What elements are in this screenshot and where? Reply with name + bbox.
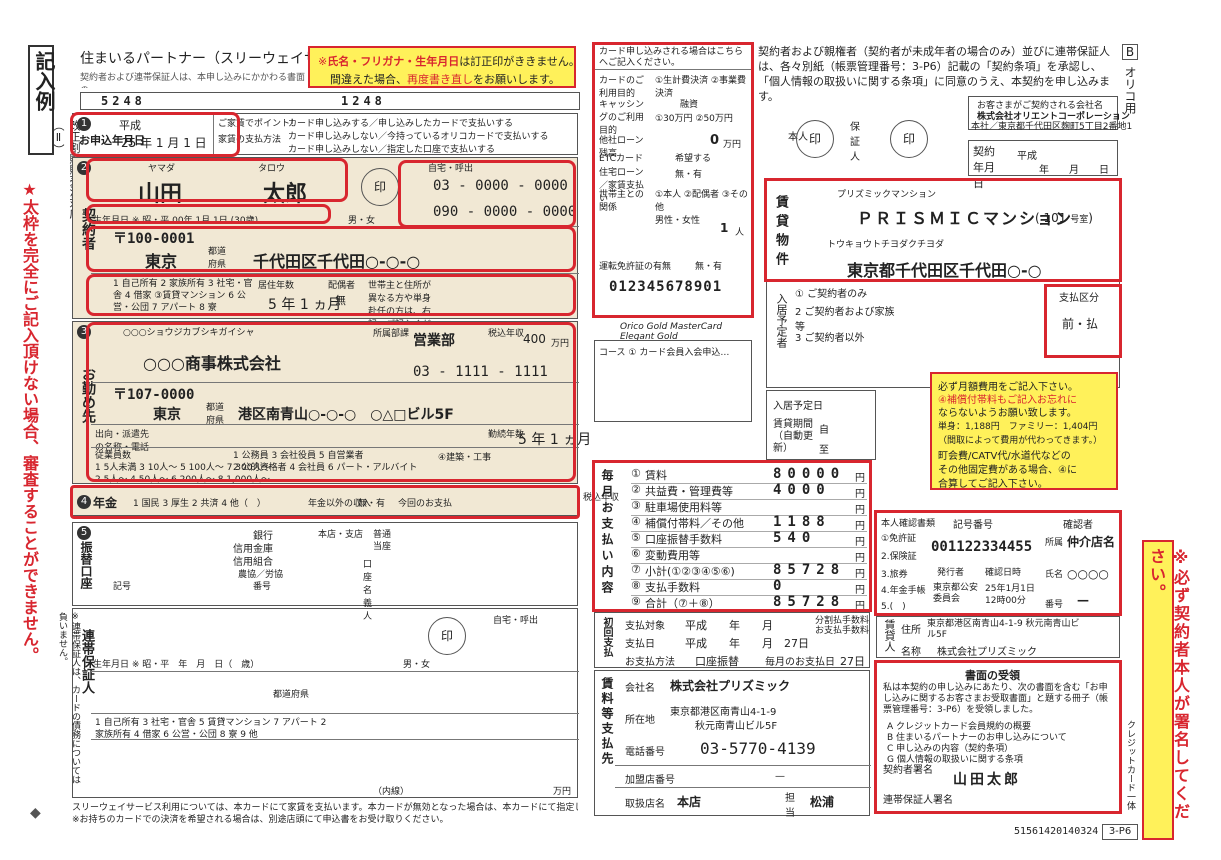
highlight-id-check bbox=[874, 510, 1122, 616]
member-no-2: 1248 bbox=[341, 94, 386, 108]
highlight-pay-kubun bbox=[1044, 284, 1122, 358]
highlight-residence bbox=[86, 274, 576, 316]
oriko-label: オリコ用 bbox=[1123, 66, 1137, 114]
highlight-receipt bbox=[874, 660, 1122, 814]
member-no-box: 5248 1248 bbox=[80, 92, 580, 110]
guarantor-note: ※連帯保証人は、カードの債務については負いません。 bbox=[57, 612, 80, 784]
guarantor-section: 連帯保証人 印 自宅・呼出 生年月日 ※ 昭・平 年 月 日（ 歳） 男・女 都… bbox=[72, 608, 579, 798]
highlight-address bbox=[86, 226, 576, 272]
name-kana-dob: 氏名・フリガナ・生年月日 bbox=[327, 55, 460, 68]
form-code: 51561420140324 bbox=[1014, 826, 1099, 837]
company-box: お客さまがご契約される会社名 株式会社オリエントコーポレーション 本社／東京都千… bbox=[968, 96, 1132, 132]
pay-option-2[interactable]: カード申し込みしない／今持っているオリコカードで支払いする bbox=[288, 129, 549, 142]
period-section: 入居予定日 賃貸期間（自動更新） 自 至 bbox=[766, 390, 876, 460]
transfer-account-label: 振替口座 bbox=[79, 541, 93, 589]
highlight-birth bbox=[86, 204, 331, 224]
landlord-section: 賃貸人 住所 東京都港区南青山4-1-9 秋元南青山ビル5F 名称 株式会社プリ… bbox=[876, 616, 1120, 658]
pay-option-3[interactable]: カード申し込みしない／指定した口座で支払いする bbox=[288, 142, 495, 155]
highlight-tel bbox=[398, 160, 576, 228]
required-fields-warning: ★太枠を完全にご記入頂けない場合、審査することができません。 bbox=[20, 180, 39, 663]
kinyu-rei-label: 記入例 bbox=[32, 51, 56, 111]
member-no: 5248 bbox=[101, 94, 146, 108]
pay-option-1[interactable]: カード申し込みする／申し込みしたカードで支払いする bbox=[288, 116, 513, 129]
correction-notice: ※氏名・フリガナ・生年月日は訂正印がききません。 間違えた場合、再度書き直しをお… bbox=[308, 46, 580, 88]
b-mark: B bbox=[1122, 44, 1138, 60]
monthly-fee-notice: 必ず月額費用をご記入下さい。 ④補償付帯料もご記入お忘れに ならないようお願い致… bbox=[930, 372, 1118, 490]
highlight-card-section bbox=[592, 42, 754, 318]
payee-tel: 03-5770-4139 bbox=[700, 739, 816, 758]
header-note: 契約者および連帯保証人は、本申し込みにかかわる書面の… bbox=[80, 73, 306, 88]
payee-section: 賃料等支払先 会社名 株式会社プリズミック 所在地 東京都港区南青山4-1-9 … bbox=[594, 670, 871, 819]
hosho-stamp: 印 bbox=[890, 120, 928, 158]
contractor-stamp: 印 bbox=[361, 168, 399, 206]
diamond-icon: ◆ bbox=[30, 805, 41, 821]
sign-notice: ※必ず契約者本人が署名してください。 bbox=[1142, 540, 1190, 840]
honnin-stamp: 印 bbox=[796, 120, 834, 158]
highlight-monthly bbox=[592, 460, 872, 612]
card-brand: Orico Gold MasterCard Elegant Gold bbox=[620, 322, 723, 342]
payee-company: 株式会社プリズミック bbox=[670, 679, 791, 693]
highlight-name bbox=[86, 158, 348, 202]
highlight-work bbox=[86, 322, 576, 482]
course-box: コース ① カード会員入会申込… bbox=[594, 340, 752, 422]
contract-date-box: 契約年月日 平成 年 月 日 bbox=[968, 140, 1118, 190]
payee-label: 賃料等支払先 bbox=[600, 677, 614, 767]
highlight-pension bbox=[70, 485, 580, 519]
highlight-property bbox=[764, 178, 1122, 282]
form-title: 住まいるパートナー（スリーウェイサ bbox=[80, 51, 318, 67]
section-5: 5 振替口座 銀行 信用金庫 信用組合 農協／労協 本店・支店 普通 当座 口座… bbox=[72, 522, 578, 622]
highlight-apply-date bbox=[70, 112, 240, 157]
contract-terms: 契約者および親権者（契約者が未成年者の場合のみ）並びに連帯保証人は、各々別紙（帳… bbox=[758, 45, 1110, 103]
first-payment: 初回支払 支払対象 平成 年 月 分割払手数料 お支払手数料 支払日 平成 年 … bbox=[594, 612, 870, 668]
form-number: 3-P6 bbox=[1102, 824, 1138, 840]
